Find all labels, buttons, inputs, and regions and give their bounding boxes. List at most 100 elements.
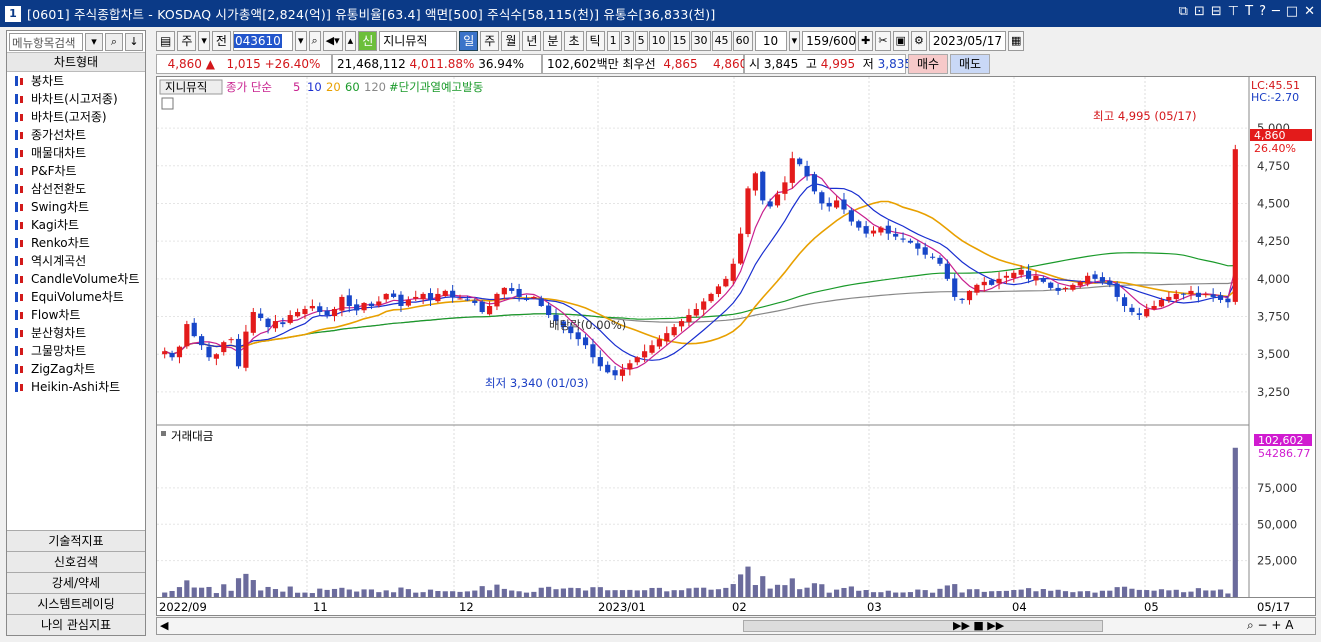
sidebar-item-10[interactable]: 역시계곡선 — [7, 252, 145, 270]
sell-button[interactable]: 매도 — [950, 54, 990, 74]
period-year[interactable]: 년 — [522, 31, 542, 51]
interval-1[interactable]: 1 — [606, 31, 620, 51]
sidebar-item-15[interactable]: 그물망차트 — [7, 342, 145, 360]
tab-technical-indicators[interactable]: 기술적지표 — [7, 530, 145, 551]
market-select[interactable]: 전 — [211, 31, 231, 51]
candle-body — [959, 298, 965, 300]
candle-body — [361, 302, 367, 311]
scroll-thumb[interactable] — [743, 620, 1103, 632]
nav-prev-icon[interactable]: ▴ — [344, 31, 357, 51]
scroll-left-icon[interactable]: ◀ — [160, 619, 168, 632]
volume-bar — [390, 592, 397, 597]
font-icon[interactable]: T — [1245, 4, 1253, 19]
tab-system-trading[interactable]: 시스템트레이딩 — [7, 593, 145, 614]
period-minute[interactable]: 분 — [543, 31, 563, 51]
sidebar-item-12[interactable]: EquiVolume차트 — [7, 288, 145, 306]
tab-strength[interactable]: 강세/약세 — [7, 572, 145, 593]
interval-60[interactable]: 60 — [732, 31, 753, 51]
interval-select[interactable]: 10 — [754, 31, 787, 51]
sidebar-item-1[interactable]: 바차트(시고저종) — [7, 90, 145, 108]
interval-5[interactable]: 5 — [634, 31, 648, 51]
sidebar-item-16[interactable]: ZigZag차트 — [7, 360, 145, 378]
volume-bar — [656, 587, 662, 597]
candle-body — [789, 158, 795, 183]
buy-button[interactable]: 매수 — [908, 54, 948, 74]
sound-icon[interactable]: ◀▾ — [322, 31, 343, 51]
volume-bar — [678, 590, 685, 597]
sidebar-item-17[interactable]: Heikin-Ashi차트 — [7, 378, 145, 396]
maximize-icon[interactable]: □ — [1286, 4, 1298, 19]
period-day[interactable]: 일 — [459, 31, 479, 51]
sidebar-item-8[interactable]: Kagi차트 — [7, 216, 145, 234]
candle-body — [834, 200, 840, 208]
sidebar-item-13[interactable]: Flow차트 — [7, 306, 145, 324]
date-input[interactable]: 2023/05/17 — [928, 31, 1006, 51]
link-icon[interactable]: ⊟ — [1211, 4, 1222, 19]
x-tick-11: 11 — [313, 600, 328, 614]
grid-toggle-icon[interactable] — [161, 97, 174, 110]
dropdown-icon[interactable]: ▾ — [85, 32, 103, 51]
sidebar-item-label: 분산형차트 — [31, 326, 87, 340]
tab-signal-search[interactable]: 신호검색 — [7, 551, 145, 572]
interval-3[interactable]: 3 — [620, 31, 634, 51]
download-icon[interactable]: ↓ — [125, 32, 143, 51]
x-tick-2022-09: 2022/09 — [159, 600, 207, 614]
candle-body — [656, 339, 662, 347]
candle-icon — [13, 255, 25, 267]
candle-body — [1144, 309, 1150, 317]
sidebar-item-6[interactable]: 삼선전환도 — [7, 180, 145, 198]
tab-my-indicators[interactable]: 나의 관심지표 — [7, 614, 145, 635]
layout-icon[interactable]: ⧉ — [1179, 4, 1188, 19]
volume-bar — [1225, 593, 1231, 597]
crosshair-icon[interactable]: ✚ — [858, 31, 874, 51]
price-volume-chart[interactable]: 5,0004,7504,5004,2504,0003,7503,5003,250… — [157, 77, 1315, 597]
volume-bar — [856, 590, 862, 597]
interval-30[interactable]: 30 — [690, 31, 711, 51]
sidebar-item-2[interactable]: 바차트(고저종) — [7, 108, 145, 126]
chart-menu-icon[interactable]: ▤ — [156, 31, 176, 51]
open-value: 3,845 — [763, 57, 799, 71]
stock-code-input[interactable]: 043610 — [232, 31, 293, 51]
sidebar-item-4[interactable]: 매물대차트 — [7, 144, 145, 162]
interval-10[interactable]: 10 — [648, 31, 669, 51]
scissors-icon[interactable]: ✂ — [875, 31, 891, 51]
close-icon[interactable]: ✕ — [1304, 4, 1315, 19]
interval-15[interactable]: 15 — [669, 31, 690, 51]
volume-bar — [295, 592, 301, 597]
pin-icon[interactable]: ⊤ — [1228, 4, 1239, 19]
sidebar-item-9[interactable]: Renko차트 — [7, 234, 145, 252]
volume-bar — [568, 587, 574, 597]
period-month[interactable]: 월 — [501, 31, 521, 51]
minimize-icon[interactable]: ─ — [1272, 4, 1280, 19]
play-controls-icon[interactable]: ▶▶ ■ ▶▶ — [953, 619, 1004, 632]
chart-scrollbar[interactable]: ◀ ▶▶ ■ ▶▶ ⌕ − + A — [156, 617, 1316, 635]
restore-icon[interactable]: ⊡ — [1194, 4, 1205, 19]
gear-icon[interactable]: ⚙ — [910, 31, 927, 51]
interval-dropdown-icon[interactable]: ▾ — [788, 31, 801, 51]
sidebar-item-11[interactable]: CandleVolume차트 — [7, 270, 145, 288]
period-type-select[interactable]: 주 — [177, 31, 197, 51]
search-icon[interactable]: ⌕ — [105, 32, 123, 51]
period-week[interactable]: 주 — [480, 31, 500, 51]
menu-search-input[interactable]: 메뉴항목검색 — [9, 32, 83, 51]
help-icon[interactable]: ? — [1259, 4, 1266, 19]
period-second[interactable]: 초 — [564, 31, 584, 51]
sidebar-item-7[interactable]: Swing차트 — [7, 198, 145, 216]
interval-45[interactable]: 45 — [711, 31, 732, 51]
zoom-icons[interactable]: ⌕ − + A — [1247, 618, 1293, 633]
calendar-icon[interactable]: ▦ — [1007, 31, 1025, 51]
code-dropdown-icon[interactable]: ▾ — [294, 31, 307, 51]
save-icon[interactable]: ▣ — [892, 31, 909, 51]
period-tick[interactable]: 틱 — [585, 31, 605, 51]
sidebar-item-14[interactable]: 분산형차트 — [7, 324, 145, 342]
chart-area[interactable]: 5,000 4,750 4,500 4,250 4,000 3,750 3,500 3,250… — [156, 76, 1316, 598]
volume-bar — [922, 590, 928, 597]
legend-signal: #단기과열예고발동 — [389, 80, 483, 94]
bar-count-display[interactable]: 159/600 — [802, 31, 857, 51]
search-icon[interactable]: ⌕ — [308, 31, 321, 51]
sidebar-item-5[interactable]: P&F차트 — [7, 162, 145, 180]
sidebar-item-3[interactable]: 종가선차트 — [7, 126, 145, 144]
sidebar-item-0[interactable]: 봉차트 — [7, 72, 145, 90]
new-badge[interactable]: 신 — [358, 31, 378, 51]
chevron-down-icon[interactable]: ▾ — [198, 31, 210, 51]
